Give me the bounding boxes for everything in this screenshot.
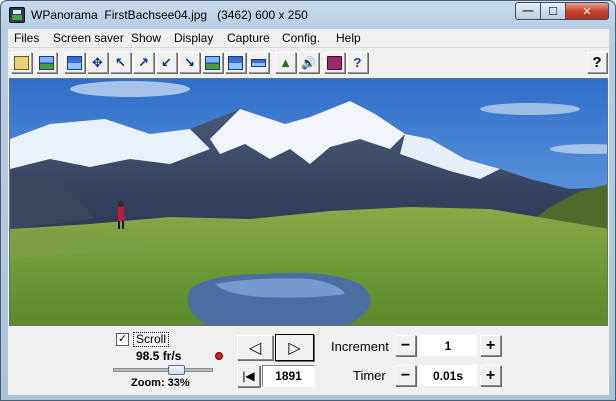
menu-config[interactable]: Config. [282, 31, 320, 45]
shrink-button[interactable]: ↖ [110, 52, 131, 73]
increment-value: 1 [419, 335, 477, 356]
timer-value: 0.01s [419, 365, 477, 386]
title-bar[interactable]: WPanorama FirstBachsee04.jpg (3462) 600 … [1, 1, 615, 29]
next-button[interactable]: ▷ [275, 334, 314, 361]
flat-panorama-icon [251, 58, 266, 67]
menu-capture[interactable]: Capture [227, 31, 270, 45]
flat-panorama-button[interactable] [248, 52, 269, 73]
diagonal-corner-icon: ↘ [184, 54, 195, 70]
help-book-icon: ? [353, 54, 362, 70]
landscape-button[interactable] [36, 52, 57, 73]
window-button[interactable] [64, 52, 85, 73]
menu-screen-saver[interactable]: Screen saver [53, 31, 124, 45]
menu-show[interactable]: Show [131, 31, 161, 45]
increment-label: Increment [331, 339, 389, 354]
help-book-button[interactable]: ? [347, 52, 368, 73]
panorama-viewport[interactable] [9, 78, 608, 326]
book-button[interactable] [324, 52, 345, 73]
panorama-button[interactable] [225, 52, 246, 73]
zoom-slider-track[interactable] [113, 368, 213, 372]
panorama-icon [228, 55, 243, 70]
book-icon [327, 55, 342, 70]
image-fit-icon [205, 55, 220, 70]
scroll-checkbox[interactable]: ✓ [116, 333, 129, 346]
toolbar: ✥ ↖ ↗ ↙ ↘ ▲ 🔊 ? ? [8, 49, 609, 77]
app-window: WPanorama FirstBachsee04.jpg (3462) 600 … [0, 0, 616, 401]
window-icon [67, 55, 82, 70]
menu-files[interactable]: Files [14, 31, 39, 45]
sound-icon: 🔊 [301, 55, 316, 70]
shrink-icon: ↖ [115, 54, 126, 70]
diagonal-corner-button[interactable]: ↘ [179, 52, 200, 73]
timer-label: Timer [353, 368, 386, 383]
increment-plus-button[interactable]: + [480, 335, 501, 356]
minimize-button[interactable]: — [515, 2, 541, 20]
move-icon: ✥ [92, 54, 103, 70]
menu-bar: Files Screen saver Show Display Capture … [8, 29, 609, 48]
tree-button[interactable]: ▲ [275, 52, 296, 73]
diagonal-up-button[interactable]: ↗ [133, 52, 154, 73]
open-file-icon [14, 55, 29, 70]
tree-icon: ▲ [279, 54, 292, 70]
first-frame-button[interactable]: |◀ [237, 365, 260, 387]
increment-minus-button[interactable]: − [395, 335, 416, 356]
menu-display[interactable]: Display [174, 31, 213, 45]
image-fit-button[interactable] [202, 52, 223, 73]
panorama-image [10, 79, 607, 325]
diagonal-up-icon: ↗ [138, 54, 149, 70]
timer-plus-button[interactable]: + [480, 365, 501, 386]
move-button[interactable]: ✥ [87, 52, 108, 73]
landscape-icon [39, 55, 54, 70]
zoom-readout: Zoom: 33% [131, 377, 190, 389]
diagonal-down-icon: ↙ [161, 54, 172, 70]
scroll-label[interactable]: Scroll [133, 332, 170, 347]
record-icon[interactable] [215, 352, 223, 360]
previous-button[interactable]: ◁ [237, 335, 273, 360]
timer-minus-button[interactable]: − [395, 365, 416, 386]
sound-button[interactable]: 🔊 [298, 52, 319, 73]
app-icon[interactable] [9, 7, 25, 23]
window-title: WPanorama FirstBachsee04.jpg (3462) 600 … [31, 8, 308, 22]
zoom-slider-thumb[interactable] [168, 365, 185, 375]
maximize-button[interactable]: ☐ [540, 2, 566, 20]
diagonal-down-button[interactable]: ↙ [156, 52, 177, 73]
open-file-button[interactable] [11, 52, 32, 73]
frame-counter: 1891 [262, 365, 315, 387]
control-panel: ✓ Scroll 98.5 fr/s Zoom: 33% ◁ ▷ |◀ 1891… [8, 328, 609, 395]
client-area: Files Screen saver Show Display Capture … [8, 29, 609, 395]
menu-help[interactable]: Help [336, 31, 361, 45]
fps-readout: 98.5 fr/s [136, 349, 182, 363]
close-button[interactable]: ✕ [565, 2, 609, 20]
context-help-button[interactable]: ? [587, 52, 607, 73]
